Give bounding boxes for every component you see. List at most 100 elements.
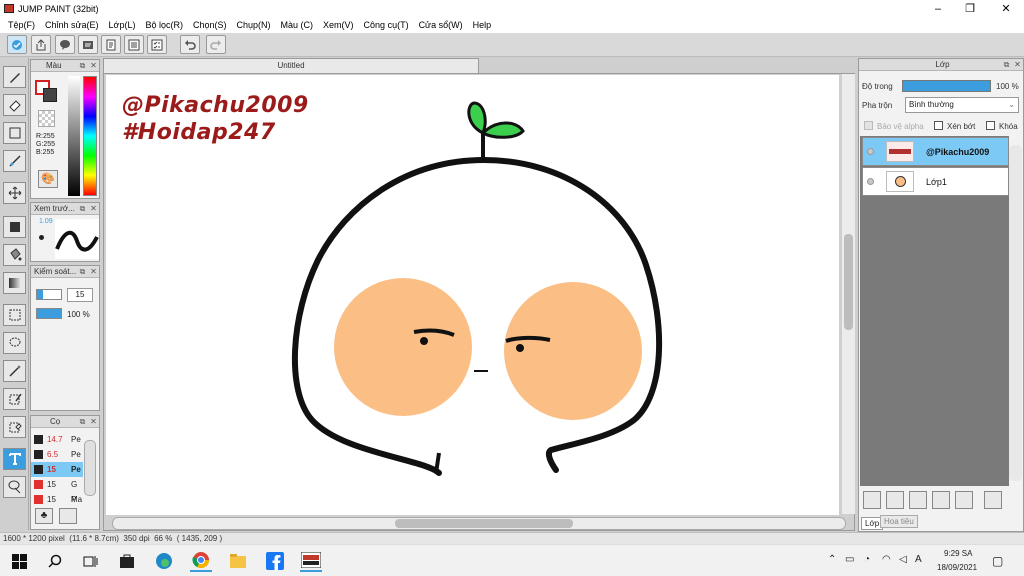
marquee-select-icon[interactable] (3, 304, 26, 326)
menu-color[interactable]: Màu (C) (276, 20, 319, 30)
layer-visibility-toggle[interactable] (867, 148, 874, 155)
rectangle-select-icon[interactable] (3, 122, 26, 144)
panel-float-icon[interactable]: ⧉ (78, 61, 87, 70)
menu-select[interactable]: Chọn(S) (188, 20, 232, 30)
palette-icon[interactable]: 🎨 (38, 170, 58, 188)
battery-icon[interactable]: ▭ (845, 554, 854, 565)
layer-row-signature[interactable]: @Pikachu2009 (862, 137, 1009, 166)
panel-close-icon[interactable]: ✕ (89, 61, 98, 70)
menu-file[interactable]: Tệp(F) (3, 20, 40, 30)
share-icon[interactable] (31, 35, 51, 54)
jump-paint-taskbar-icon[interactable] (300, 550, 322, 572)
clock-date[interactable]: 18/09/2021 (937, 563, 977, 572)
magic-wand-icon[interactable] (3, 360, 26, 382)
menu-filter[interactable]: Bộ lọc(R) (140, 20, 188, 30)
duplicate-layer-icon[interactable] (984, 491, 1002, 509)
edge-browser-icon[interactable] (153, 550, 175, 572)
menu-capture[interactable]: Chụp(N) (232, 20, 276, 30)
search-icon[interactable] (44, 550, 66, 572)
panel-float-icon[interactable]: ⧉ (1002, 60, 1011, 69)
add-brush-icon[interactable]: ♣ (35, 508, 53, 524)
layer-row-layer1[interactable]: Lớp1 (862, 167, 1009, 196)
brush-opacity-slider[interactable] (36, 308, 62, 319)
protect-alpha-checkbox[interactable] (864, 121, 873, 130)
cloud-icon[interactable] (7, 35, 27, 54)
comment-icon[interactable] (55, 35, 75, 54)
brush-size-input[interactable]: 15 (67, 288, 93, 302)
minimize-button[interactable]: – (920, 0, 956, 17)
brush-item[interactable]: 14.7 Pe (31, 432, 83, 447)
tab-navigator[interactable]: Hoa tiêu (880, 515, 918, 528)
balloon-tool-icon[interactable] (3, 476, 26, 498)
panel-close-icon[interactable]: ✕ (1013, 60, 1022, 69)
clock-time[interactable]: 9:29 SA (944, 549, 972, 558)
page-list-icon[interactable] (124, 35, 144, 54)
task-view-icon[interactable] (79, 550, 101, 572)
eraser-tool-icon[interactable] (3, 94, 26, 116)
hue-slider[interactable] (83, 76, 97, 196)
fill-rectangle-icon[interactable] (3, 216, 26, 238)
input-language-icon[interactable]: A (915, 554, 922, 565)
notification-icon[interactable]: ▢ (992, 554, 1003, 568)
move-tool-icon[interactable] (3, 182, 26, 204)
color-gradient-picker[interactable] (68, 76, 80, 196)
menu-tools[interactable]: Công cụ(T) (359, 20, 414, 30)
layer-visibility-toggle[interactable] (867, 178, 874, 185)
new-folder-icon[interactable] (955, 491, 973, 509)
brush-item[interactable]: 15 Ma (31, 492, 83, 507)
new-layer-image-icon[interactable] (886, 491, 904, 509)
select-pen-icon[interactable] (3, 388, 26, 410)
horizontal-scroll-thumb[interactable] (395, 519, 573, 528)
chrome-browser-icon[interactable] (190, 550, 212, 572)
panel-float-icon[interactable]: ⧉ (78, 267, 87, 276)
facebook-icon[interactable] (264, 550, 286, 572)
tray-expand-icon[interactable]: ⌃ (828, 554, 836, 565)
select-eraser-icon[interactable] (3, 416, 26, 438)
network-icon[interactable]: ◔ (864, 554, 870, 565)
canvas-vertical-scrollbar[interactable] (842, 74, 855, 514)
file-explorer-icon[interactable] (227, 550, 249, 572)
clip-checkbox[interactable] (934, 121, 943, 130)
panel-close-icon[interactable]: ✕ (89, 267, 98, 276)
close-button[interactable]: ✕ (988, 0, 1024, 17)
menu-help[interactable]: Help (468, 20, 497, 30)
transparent-swatch[interactable] (38, 110, 55, 127)
drawing-canvas[interactable]: @Pikachu2009 #Hoidap247 (106, 75, 839, 515)
wifi-icon[interactable]: ◠ (882, 554, 891, 565)
redo-icon[interactable] (206, 35, 226, 54)
document-tab[interactable]: Untitled (103, 58, 479, 73)
brush-item[interactable]: 15 Pe (31, 462, 83, 477)
volume-icon[interactable]: ◁ (899, 554, 907, 565)
brush-size-slider[interactable] (36, 289, 62, 300)
canvas-horizontal-scrollbar[interactable] (112, 517, 846, 530)
brush-item[interactable]: 6.5 Pe (31, 447, 83, 462)
menu-edit[interactable]: Chỉnh sửa(E) (40, 20, 104, 30)
maximize-button[interactable]: ❐ (952, 0, 988, 17)
checklist-icon[interactable] (147, 35, 167, 54)
line-tool-icon[interactable] (3, 150, 26, 172)
windows-start-icon[interactable] (8, 550, 30, 572)
bucket-fill-icon[interactable] (3, 244, 26, 266)
new-layer-icon[interactable] (863, 491, 881, 509)
store-icon[interactable] (116, 550, 138, 572)
lasso-select-icon[interactable] (3, 332, 26, 354)
text-tool-icon[interactable] (3, 448, 26, 470)
panel-float-icon[interactable]: ⧉ (78, 417, 87, 426)
lock-checkbox[interactable] (986, 121, 995, 130)
menu-layer[interactable]: Lớp(L) (104, 20, 141, 30)
document-icon[interactable] (101, 35, 121, 54)
brush-item[interactable]: 15 G P (31, 477, 83, 504)
brush-list-scrollbar[interactable] (84, 440, 96, 496)
panel-close-icon[interactable]: ✕ (89, 417, 98, 426)
vertical-scroll-thumb[interactable] (844, 234, 853, 330)
menu-view[interactable]: Xem(V) (318, 20, 359, 30)
pen-tool-icon[interactable] (3, 66, 26, 88)
layer-opacity-slider[interactable] (902, 80, 991, 92)
message-icon[interactable] (78, 35, 98, 54)
background-color-swatch[interactable] (43, 88, 57, 102)
undo-icon[interactable] (180, 35, 200, 54)
panel-close-icon[interactable]: ✕ (89, 204, 98, 213)
blend-mode-select[interactable]: Bình thường ⌄ (905, 97, 1019, 113)
new-brush-icon[interactable] (59, 508, 77, 524)
gradient-tool-icon[interactable] (3, 272, 26, 294)
